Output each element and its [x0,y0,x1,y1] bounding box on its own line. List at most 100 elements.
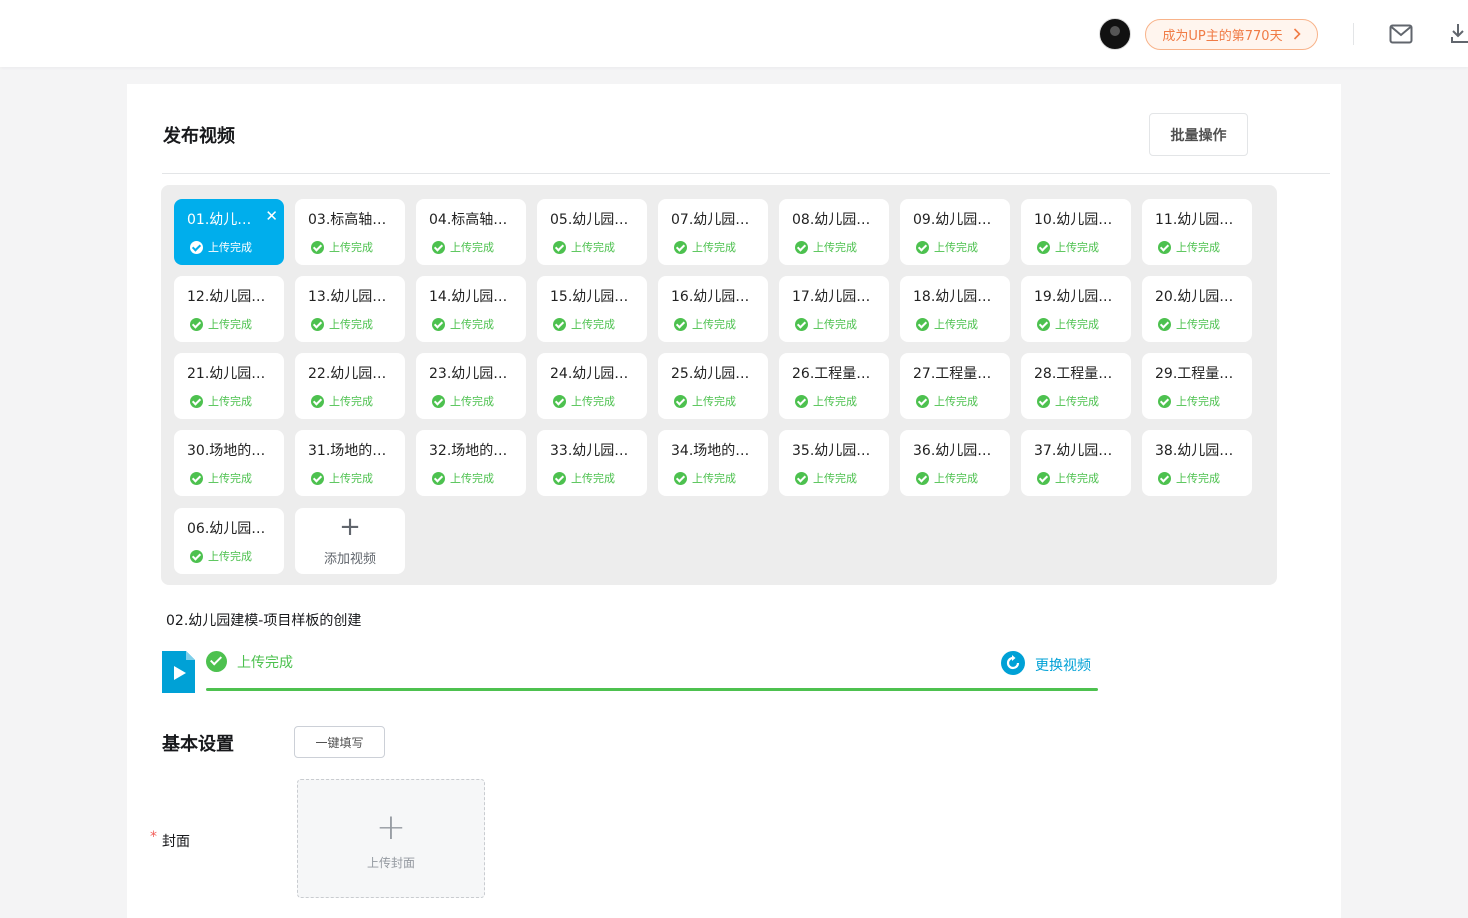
video-tile[interactable]: 13.幼儿园建模 上传完成 [295,276,405,342]
video-tile[interactable]: 14.幼儿园建模 上传完成 [416,276,526,342]
video-file-icon [162,651,195,693]
video-tile-name: 08.幼儿园建模 [792,212,878,228]
video-tile-name: 34.场地的创建 [671,443,757,459]
video-tile[interactable]: 15.幼儿园建模 上传完成 [537,276,647,342]
video-tile[interactable]: 16.幼儿园建模 上传完成 [658,276,768,342]
video-tile[interactable]: 31.场地的创建 上传完成 [295,430,405,496]
video-tile[interactable]: 21.幼儿园建模 上传完成 [174,353,284,419]
video-tile-status: 上传完成 [1037,470,1099,486]
video-tile[interactable]: 12.幼儿园建模 上传完成 [174,276,284,342]
video-tile-name: 13.幼儿园建模 [308,289,394,305]
video-tile-name: 01.幼儿园建模 [187,212,257,228]
video-tile[interactable]: 35.幼儿园建模 上传完成 [779,430,889,496]
video-tile-status-label: 上传完成 [813,472,857,485]
batch-operation-button[interactable]: 批量操作 [1149,113,1248,156]
video-tile[interactable]: 38.幼儿园建模 上传完成 [1142,430,1252,496]
check-circle-icon [311,240,324,254]
video-tile[interactable]: 19.幼儿园建模 上传完成 [1021,276,1131,342]
video-tile[interactable]: 10.幼儿园建模 上传完成 [1021,199,1131,265]
video-tile[interactable]: 05.幼儿园建模 上传完成 [537,199,647,265]
video-tile-name: 05.幼儿园建模 [550,212,636,228]
video-tile-name: 25.幼儿园建模 [671,366,757,382]
video-tile-status-label: 上传完成 [450,395,494,408]
video-tile[interactable]: 07.幼儿园建模 上传完成 [658,199,768,265]
check-circle-icon [190,549,203,563]
video-tile[interactable]: 25.幼儿园建模 上传完成 [658,353,768,419]
check-circle-icon [1037,240,1050,254]
video-tile-status: 上传完成 [795,470,857,486]
video-tile-name: 29.工程量统计 [1155,366,1241,382]
video-tile-status-label: 上传完成 [1055,318,1099,331]
video-tile-name: 04.标高轴网创建 [429,212,515,228]
video-tile[interactable]: 36.幼儿园建模 上传完成 [900,430,1010,496]
video-tile-status: 上传完成 [311,316,373,332]
video-tile[interactable]: 04.标高轴网创建上传完成 [416,199,526,265]
video-tile-status-label: 上传完成 [813,395,857,408]
video-tile-name: 21.幼儿园建模 [187,366,273,382]
avatar[interactable] [1099,18,1131,50]
video-tile-status: 上传完成 [553,316,615,332]
top-bar: 成为UP主的第770天 [0,0,1468,67]
video-tile[interactable]: 37.幼儿园建模 上传完成 [1021,430,1131,496]
video-tile[interactable]: 01.幼儿园建模上传完成 ✕ [174,199,284,265]
check-circle-icon [432,240,445,254]
video-tile-name: 35.幼儿园建模 [792,443,878,459]
video-tile[interactable]: 18.幼儿园建模 上传完成 [900,276,1010,342]
video-tile-name: 37.幼儿园建模 [1034,443,1120,459]
video-tile[interactable]: 30.场地的创建 上传完成 [174,430,284,496]
video-tile[interactable]: 17.幼儿园建模 上传完成 [779,276,889,342]
video-tile-status: 上传完成 [1158,239,1220,255]
replace-video-button[interactable]: 更换视频 [1001,651,1091,679]
video-tile-status-label: 上传完成 [571,472,615,485]
video-tile[interactable]: 03.标高轴网创建上传完成 [295,199,405,265]
video-tile[interactable]: 22.幼儿园建模 上传完成 [295,353,405,419]
video-tile[interactable]: 27.工程量统计 上传完成 [900,353,1010,419]
add-video-button[interactable]: + 添加视频 [295,508,405,574]
video-tile-name: 10.幼儿园建模 [1034,212,1120,228]
video-tile-name: 06.幼儿园建模 [187,521,273,537]
check-circle-icon [1158,240,1171,254]
video-tile[interactable]: 33.幼儿园建模 上传完成 [537,430,647,496]
video-tile-status-label: 上传完成 [934,318,978,331]
video-tile[interactable]: 28.工程量统计 上传完成 [1021,353,1131,419]
video-tile-name: 26.工程量统计 [792,366,878,382]
video-tile[interactable]: 23.幼儿园建模 上传完成 [416,353,526,419]
video-tile[interactable]: 20.幼儿园建模 上传完成 [1142,276,1252,342]
video-tile[interactable]: 29.工程量统计 上传完成 [1142,353,1252,419]
close-icon[interactable]: ✕ [265,209,278,224]
video-tile-status: 上传完成 [311,239,373,255]
video-tile[interactable]: 34.场地的创建 上传完成 [658,430,768,496]
video-tile[interactable]: 06.幼儿园建模 上传完成 [174,508,284,574]
video-tile-status: 上传完成 [190,548,252,564]
replace-video-label: 更换视频 [1035,658,1091,674]
video-tile[interactable]: 08.幼儿园建模 上传完成 [779,199,889,265]
check-circle-icon [674,240,687,254]
video-tile-name: 11.幼儿园建模 [1155,212,1241,228]
video-tile-status-label: 上传完成 [329,318,373,331]
video-tile-status-label: 上传完成 [813,318,857,331]
refresh-icon [1001,651,1025,679]
check-circle-icon [190,394,203,408]
mail-icon[interactable] [1389,24,1413,44]
check-circle-icon [916,317,929,331]
video-tile-status: 上传完成 [432,393,494,409]
video-tile-name: 12.幼儿园建模 [187,289,273,305]
video-tile[interactable]: 09.幼儿园建模 上传完成 [900,199,1010,265]
video-tile[interactable]: 11.幼儿园建模 上传完成 [1142,199,1252,265]
video-tile[interactable]: 24.幼儿园建模 上传完成 [537,353,647,419]
download-icon[interactable] [1450,22,1468,44]
add-video-label: 添加视频 [323,552,376,567]
up-days-badge[interactable]: 成为UP主的第770天 [1145,19,1318,50]
video-tile-status-label: 上传完成 [1176,395,1220,408]
check-circle-icon [190,240,203,254]
check-circle-icon [916,394,929,408]
check-circle-icon [206,651,227,672]
video-tile[interactable]: 32.场地的创建 上传完成 [416,430,526,496]
video-tile-status: 上传完成 [432,316,494,332]
autofill-button[interactable]: 一键填写 [294,726,385,758]
cover-upload[interactable]: + 上传封面 [297,779,485,898]
plus-icon: + [339,512,361,542]
check-circle-icon [311,394,324,408]
video-tile-status-label: 上传完成 [692,318,736,331]
video-tile[interactable]: 26.工程量统计 上传完成 [779,353,889,419]
